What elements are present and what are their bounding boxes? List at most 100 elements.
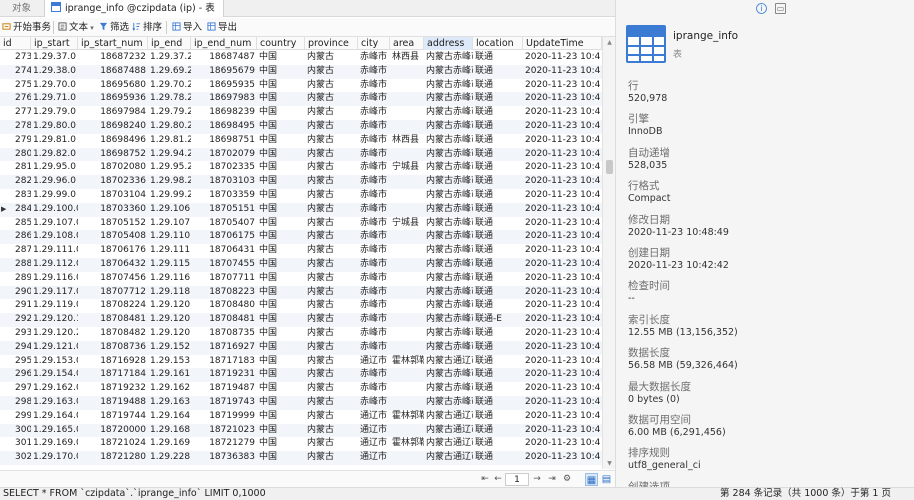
cell-province[interactable]: 内蒙古 [305, 106, 358, 120]
cell-ip-end[interactable]: 1.29.110.2 [148, 230, 191, 244]
cell-area[interactable] [390, 272, 424, 286]
cell-ip-start-num[interactable]: 18703104 [78, 189, 148, 203]
cell-ip-start[interactable]: 1.29.164.0 [31, 410, 78, 424]
cell-id[interactable]: 299 [13, 410, 31, 424]
table-row[interactable]: 3011.29.169.0187210241.29.169.218721279中… [0, 437, 602, 451]
cell-ip-start[interactable]: 1.29.120.1 [31, 313, 78, 327]
cell-id[interactable]: 294 [13, 341, 31, 355]
cell-ip-start-num[interactable]: 18708224 [78, 299, 148, 313]
cell-ip-end-num[interactable]: 18719743 [191, 396, 257, 410]
table-row[interactable]: 2931.29.120.2187084821.29.120.218708735中… [0, 327, 602, 341]
next-page-icon[interactable]: → [530, 473, 544, 486]
cell-province[interactable]: 内蒙古 [305, 175, 358, 189]
cell-country[interactable]: 中国 [257, 272, 305, 286]
cell-location[interactable]: 联通 [473, 382, 523, 396]
column-header-update-time[interactable]: UpdateTime [523, 37, 602, 50]
cell-id[interactable]: 287 [13, 244, 31, 258]
cell-update-time[interactable]: 2020-11-23 10:4 [523, 451, 602, 465]
cell-city[interactable]: 赤峰市 [358, 51, 390, 65]
cell-ip-start-num[interactable]: 18702080 [78, 161, 148, 175]
cell-id[interactable]: 293 [13, 327, 31, 341]
cell-ip-start-num[interactable]: 18698496 [78, 134, 148, 148]
cell-ip-end[interactable]: 1.29.98.25 [148, 175, 191, 189]
cell-country[interactable]: 中国 [257, 244, 305, 258]
cell-id[interactable]: 285 [13, 217, 31, 231]
cell-ip-start[interactable]: 1.29.117.0 [31, 286, 78, 300]
cell-address[interactable]: 内蒙古赤峰市 [424, 120, 473, 134]
cell-location[interactable]: 联通 [473, 134, 523, 148]
filter-button[interactable]: 筛选 [99, 20, 129, 35]
cell-id[interactable]: 290 [13, 286, 31, 300]
cell-ip-start[interactable]: 1.29.162.0 [31, 382, 78, 396]
cell-area[interactable] [390, 258, 424, 272]
cell-ip-end-num[interactable]: 18716927 [191, 341, 257, 355]
table-row[interactable]: 2991.29.164.0187197441.29.164.218719999中… [0, 410, 602, 424]
cell-update-time[interactable]: 2020-11-23 10:4 [523, 396, 602, 410]
cell-address[interactable]: 内蒙古赤峰市 [424, 51, 473, 65]
cell-city[interactable]: 赤峰市 [358, 106, 390, 120]
cell-update-time[interactable]: 2020-11-23 10:4 [523, 120, 602, 134]
cell-location[interactable]: 联通 [473, 92, 523, 106]
cell-ip-start[interactable]: 1.29.38.0 [31, 65, 78, 79]
cell-address[interactable]: 内蒙古赤峰市 [424, 65, 473, 79]
cell-city[interactable]: 赤峰市 [358, 79, 390, 93]
cell-ip-end-num[interactable]: 18697983 [191, 92, 257, 106]
cell-area[interactable] [390, 79, 424, 93]
cell-ip-start-num[interactable]: 18703360 [78, 203, 148, 217]
data-grid[interactable]: id ip_start ip_start_num ip_end ip_end_num co… [0, 37, 602, 469]
cell-location[interactable]: 联通 [473, 79, 523, 93]
cell-update-time[interactable]: 2020-11-23 10:4 [523, 148, 602, 162]
cell-ip-end[interactable]: 1.29.120.2 [148, 327, 191, 341]
cell-ip-end-num[interactable]: 18698239 [191, 106, 257, 120]
cell-area[interactable]: 霍林郭勒 [390, 437, 424, 451]
cell-ip-end-num[interactable]: 18687487 [191, 51, 257, 65]
cell-location[interactable]: 联通 [473, 175, 523, 189]
cell-city[interactable]: 赤峰市 [358, 382, 390, 396]
cell-id[interactable]: 298 [13, 396, 31, 410]
column-header-area[interactable]: area [390, 37, 424, 50]
cell-ip-end[interactable]: 1.29.106.2 [148, 203, 191, 217]
cell-city[interactable]: 赤峰市 [358, 341, 390, 355]
cell-ip-end-num[interactable]: 18708480 [191, 299, 257, 313]
cell-ip-end[interactable]: 1.29.228.2 [148, 451, 191, 465]
cell-area[interactable]: 宁城县 [390, 161, 424, 175]
begin-transaction-button[interactable]: 开始事务 [2, 20, 51, 35]
vertical-scrollbar[interactable]: ▲ ▼ [602, 37, 615, 469]
cell-ip-end[interactable]: 1.29.120.1 [148, 313, 191, 327]
cell-country[interactable]: 中国 [257, 106, 305, 120]
cell-id[interactable]: 281 [13, 161, 31, 175]
cell-ip-end-num[interactable]: 18698751 [191, 134, 257, 148]
cell-update-time[interactable]: 2020-11-23 10:4 [523, 286, 602, 300]
cell-address[interactable]: 内蒙古赤峰市 [424, 175, 473, 189]
cell-address[interactable]: 内蒙古赤峰市 [424, 217, 473, 231]
cell-ip-start-num[interactable]: 18708736 [78, 341, 148, 355]
cell-country[interactable]: 中国 [257, 437, 305, 451]
cell-city[interactable]: 赤峰市 [358, 148, 390, 162]
cell-province[interactable]: 内蒙古 [305, 313, 358, 327]
cell-area[interactable]: 霍林郭勒 [390, 410, 424, 424]
cell-ip-start-num[interactable]: 18719232 [78, 382, 148, 396]
cell-city[interactable]: 赤峰市 [358, 258, 390, 272]
cell-ip-end[interactable]: 1.29.118.2 [148, 286, 191, 300]
cell-ip-end-num[interactable]: 18707455 [191, 258, 257, 272]
cell-ip-start[interactable]: 1.29.120.2 [31, 327, 78, 341]
cell-city[interactable]: 赤峰市 [358, 175, 390, 189]
table-row[interactable]: 2741.29.38.0186874881.29.69.2518695679中国… [0, 64, 602, 79]
cell-ip-end-num[interactable]: 18721279 [191, 437, 257, 451]
settings-gear-icon[interactable]: ⚙ [560, 473, 574, 486]
cell-province[interactable]: 内蒙古 [305, 161, 358, 175]
cell-city[interactable]: 赤峰市 [358, 134, 390, 148]
cell-address[interactable]: 内蒙古赤峰市 [424, 203, 473, 217]
cell-ip-start-num[interactable]: 18705152 [78, 217, 148, 231]
table-row[interactable]: 2871.29.111.0187061761.29.111.218706431中… [0, 244, 602, 258]
cell-ip-start-num[interactable]: 18705408 [78, 230, 148, 244]
cell-ip-start[interactable]: 1.29.121.0 [31, 341, 78, 355]
cell-id[interactable]: 279 [13, 134, 31, 148]
cell-country[interactable]: 中国 [257, 327, 305, 341]
cell-location[interactable]: 联通 [473, 299, 523, 313]
cell-update-time[interactable]: 2020-11-23 10:4 [523, 189, 602, 203]
tab-objects[interactable]: 对象 [6, 0, 44, 17]
scroll-down-icon[interactable]: ▼ [605, 459, 614, 468]
column-header-ip-end-num[interactable]: ip_end_num [191, 37, 257, 50]
cell-country[interactable]: 中国 [257, 134, 305, 148]
